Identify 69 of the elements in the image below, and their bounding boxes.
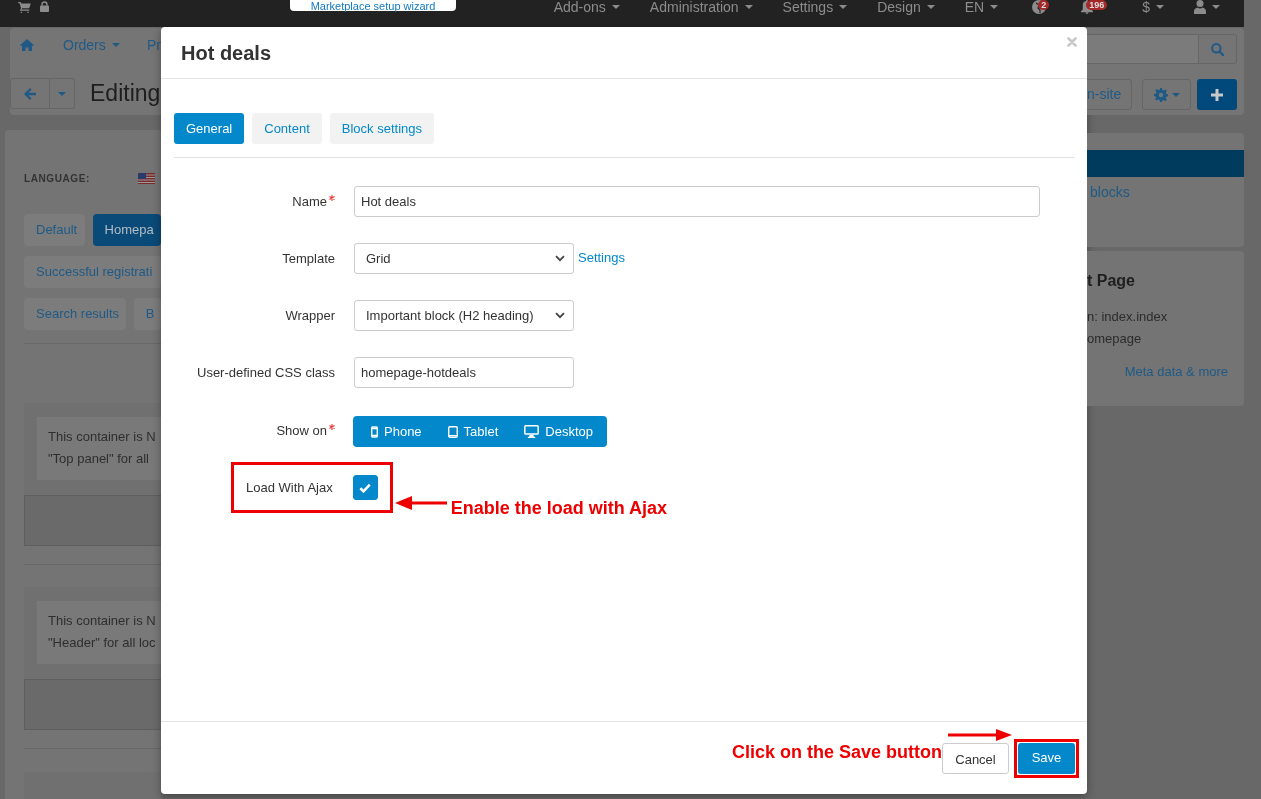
phone-icon <box>371 425 378 438</box>
container-note: This container is N "Header" for all loc <box>48 612 156 652</box>
info-line: n: index.index <box>1087 308 1168 326</box>
device-toggle[interactable]: Phone <box>353 416 435 447</box>
page-title: Editing <box>90 79 161 108</box>
top-menu-link[interactable]: EN <box>964 0 999 14</box>
settings-link[interactable]: Settings <box>578 247 625 268</box>
arrow-icon <box>394 495 447 511</box>
text-field[interactable]: Hot deals <box>354 186 1040 217</box>
top-menu-link[interactable]: Add-ons <box>553 0 620 14</box>
caret-icon <box>111 43 120 47</box>
arrow-left-icon <box>24 87 36 100</box>
field-label: Load With Ajax <box>246 479 333 496</box>
checkbox[interactable] <box>352 475 378 500</box>
modal-title: Hot deals <box>181 40 272 65</box>
caret-icon <box>1212 5 1220 9</box>
device-toggle[interactable]: Desktop <box>511 416 607 447</box>
callout-text: Enable the load with Ajax <box>450 497 668 519</box>
info-line: omepage <box>1087 330 1142 348</box>
caret-icon <box>1171 92 1180 97</box>
user-icon <box>1194 0 1206 14</box>
lock-icon <box>40 1 49 12</box>
caret-icon <box>744 5 753 9</box>
notification-badge: 2 <box>1038 0 1050 10</box>
tab[interactable]: General <box>174 113 245 144</box>
setup-wizard-button[interactable]: Marketplace setup wizard <box>290 0 456 11</box>
caret-icon <box>58 91 66 96</box>
caret-icon <box>926 5 935 9</box>
top-menu-link[interactable]: Settings <box>782 0 848 14</box>
layout-tab[interactable]: Homepa <box>92 214 161 246</box>
tablet-icon <box>447 425 458 438</box>
text-field[interactable]: homepage-hotdeals <box>354 357 574 388</box>
gear-icon <box>1153 87 1168 102</box>
top-menu-link[interactable]: Administration <box>649 0 753 14</box>
save-button[interactable]: Save <box>1018 742 1075 774</box>
caret-icon <box>990 5 999 9</box>
caret-icon <box>839 5 848 9</box>
flag-icon[interactable] <box>138 172 155 184</box>
plus-icon <box>1211 88 1224 101</box>
user-menu[interactable] <box>1194 0 1220 14</box>
device-toggle[interactable]: Tablet <box>434 416 512 447</box>
field-label: Name <box>292 193 327 210</box>
tab[interactable]: Block settings <box>329 113 434 144</box>
field-label: Wrapper <box>285 307 335 324</box>
callout-text: Click on the Save button <box>731 740 942 763</box>
notification-badge: 196 <box>1086 0 1108 10</box>
select-field[interactable]: Important block (H2 heading) <box>354 300 574 331</box>
tab[interactable]: Content <box>252 113 322 144</box>
arrow-icon <box>948 729 1012 741</box>
search-icon <box>1211 42 1224 56</box>
caret-icon <box>611 5 620 9</box>
panel-title: t Page <box>1087 271 1135 291</box>
select-field[interactable]: Grid <box>354 243 574 274</box>
field-label: User-defined CSS class <box>197 364 335 381</box>
caret-icon <box>1156 5 1164 9</box>
currency-menu[interactable]: $ <box>1142 0 1164 14</box>
chevron-down-icon <box>555 312 565 319</box>
cancel-button[interactable]: Cancel <box>942 742 1009 774</box>
field-label: Show on <box>276 422 327 439</box>
container-note: This container is N "Top panel" for all <box>48 428 156 468</box>
chevron-down-icon <box>555 255 565 262</box>
top-menu-link[interactable]: Design <box>877 0 935 14</box>
add-button[interactable] <box>1197 79 1238 110</box>
desktop-icon <box>524 425 540 438</box>
language-label: LANGUAGE: <box>24 171 90 186</box>
cart-icon[interactable] <box>18 2 31 13</box>
check-icon <box>359 482 372 493</box>
field-label: Template <box>282 250 335 267</box>
search-field[interactable] <box>1087 34 1198 64</box>
